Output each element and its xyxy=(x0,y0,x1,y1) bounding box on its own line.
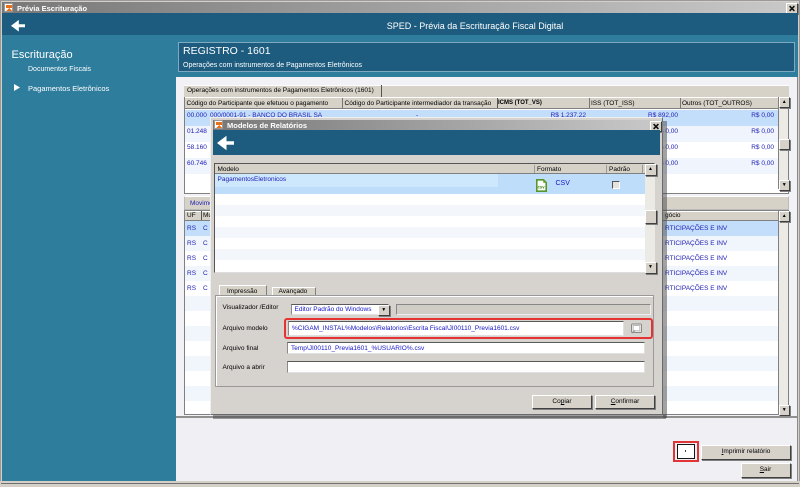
svg-text:csv: csv xyxy=(537,185,545,190)
